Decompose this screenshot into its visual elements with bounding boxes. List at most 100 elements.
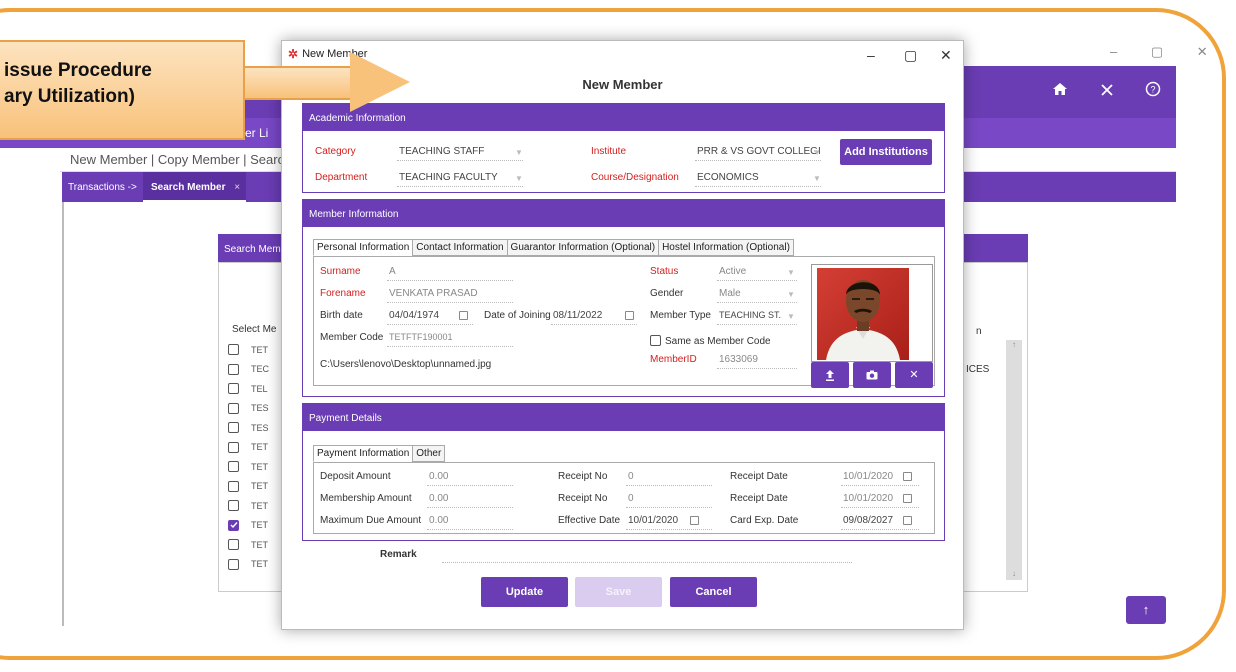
receipt-date-input-2[interactable]: 10/01/2020 [843,493,893,504]
status-select[interactable]: Active [719,266,746,277]
receipt-no-input-2[interactable]: 0 [628,493,634,504]
row-select-checkbox[interactable] [228,519,239,531]
row-select-checkbox[interactable] [228,558,239,570]
remark-input[interactable] [442,562,852,563]
table-row[interactable]: TET [228,555,269,575]
results-scrollbar[interactable]: ↑ ↓ [1006,340,1022,580]
add-institutions-button[interactable]: Add Institutions [840,139,932,165]
table-row[interactable]: TET [228,516,269,536]
row-select-checkbox[interactable] [228,480,239,492]
callout-arrow [243,66,353,100]
department-select[interactable]: TEACHING FACULTY [399,172,498,183]
row-select-checkbox[interactable] [228,441,239,453]
tab-payment-information[interactable]: Payment Information [313,445,414,462]
dialog-maximize-button[interactable]: ▢ [904,47,917,64]
category-select[interactable]: TEACHING STAFF [399,146,484,157]
bg-maximize-button[interactable]: ▢ [1151,44,1163,59]
save-button[interactable]: Save [575,577,662,607]
effective-date-calendar-icon[interactable]: c [690,516,699,525]
table-row[interactable]: TET [228,477,269,497]
joining-date-calendar-icon[interactable]: c [625,311,634,320]
table-row[interactable]: TET [228,496,269,516]
row-select-checkbox[interactable] [228,461,239,473]
max-due-amount-input[interactable]: 0.00 [429,515,448,526]
row-select-checkbox[interactable] [228,402,239,414]
payment-section-title: Payment Details [303,404,944,431]
upload-photo-button[interactable] [811,362,849,388]
category-chevron-icon[interactable]: ▼ [515,148,523,157]
breadcrumb[interactable]: Transactions -> [68,182,137,193]
table-row[interactable]: TET [228,535,269,555]
institute-select[interactable]: PRR & VS GOVT COLLEGI [697,146,821,157]
capture-photo-button[interactable] [853,362,891,388]
birth-date-input[interactable]: 04/04/1974 [389,310,439,321]
card-exp-date-input[interactable]: 09/08/2027 [843,515,893,526]
birth-date-calendar-icon[interactable]: c [459,311,468,320]
receipt-date-input-1[interactable]: 10/01/2020 [843,471,893,482]
gender-chevron-icon[interactable]: ▼ [787,290,795,299]
tab-other[interactable]: Other [412,445,446,462]
forename-input[interactable]: VENKATA PRASAD [389,288,478,299]
table-row[interactable]: TEL [228,379,269,399]
dialog-close-button[interactable]: ✕ [940,47,952,64]
bg-minimize-button[interactable]: – [1110,44,1117,59]
row-select-checkbox[interactable] [228,363,239,375]
scroll-to-top-button[interactable]: ↑ [1126,596,1166,624]
tab-contact-information[interactable]: Contact Information [412,239,508,256]
row-select-checkbox[interactable] [228,500,239,512]
table-row[interactable]: TES [228,399,269,419]
payment-tabs: Payment Information Other [313,445,446,462]
receipt-no-input-1[interactable]: 0 [628,471,634,482]
table-row[interactable]: TEC [228,360,269,380]
row-select-checkbox[interactable] [228,422,239,434]
tab-personal-information[interactable]: Personal Information [313,239,414,256]
tab-search-member[interactable]: Search Member × [143,172,247,202]
dialog-minimize-button[interactable]: – [867,47,875,63]
department-underline [397,186,523,187]
department-chevron-icon[interactable]: ▼ [515,174,523,183]
scroll-up-icon[interactable]: ↑ [1006,340,1022,349]
card-exp-calendar-icon[interactable]: c [903,516,912,525]
help-icon[interactable]: ? [1145,81,1161,102]
receipt-date-calendar-icon-2[interactable]: c [903,494,912,503]
row-code: TET [251,344,268,355]
table-row[interactable]: TET [228,340,269,360]
status-chevron-icon[interactable]: ▼ [787,268,795,277]
app-logo-icon: ✲ [288,47,299,61]
row-select-checkbox[interactable] [228,539,239,551]
member-type-chevron-icon[interactable]: ▼ [787,312,795,321]
payment-section: Payment Details Payment Information Othe… [302,403,945,541]
course-chevron-icon[interactable]: ▼ [813,174,821,183]
table-row[interactable]: TET [228,438,269,458]
deposit-amount-input[interactable]: 0.00 [429,471,448,482]
institute-chevron-icon[interactable]: ▼ [813,148,821,157]
member-code-input[interactable]: TETFTF190001 [389,332,453,342]
row-select-checkbox[interactable] [228,344,239,356]
receipt-date-calendar-icon-1[interactable]: c [903,472,912,481]
membership-amount-input[interactable]: 0.00 [429,493,448,504]
joining-date-input[interactable]: 08/11/2022 [553,310,602,321]
member-type-select[interactable]: TEACHING ST. [719,310,781,320]
tab-guarantor-information[interactable]: Guarantor Information (Optional) [506,239,660,256]
bg-window-controls[interactable]: – ▢ ✕ [1080,44,1208,60]
cancel-button[interactable]: Cancel [670,577,757,607]
gender-select[interactable]: Male [719,288,741,299]
bg-close-button[interactable]: ✕ [1197,44,1208,59]
scroll-down-icon[interactable]: ↓ [1006,569,1022,578]
remove-photo-button[interactable]: ✕ [895,362,933,388]
home-icon[interactable] [1052,81,1068,102]
update-button[interactable]: Update [481,577,568,607]
course-select[interactable]: ECONOMICS [697,172,759,183]
tab-close-icon[interactable]: × [234,182,240,193]
table-row[interactable]: TET [228,457,269,477]
tab-hostel-information[interactable]: Hostel Information (Optional) [658,239,794,256]
surname-label: Surname [320,266,361,277]
table-row[interactable]: TES [228,418,269,438]
callout-line-2: ary Utilization) [4,86,135,107]
surname-input[interactable]: A [389,266,396,277]
memberid-value: 1633069 [719,354,758,365]
row-select-checkbox[interactable] [228,383,239,395]
effective-date-input[interactable]: 10/01/2020 [628,515,678,526]
close-icon[interactable] [1100,81,1114,102]
same-as-member-code-checkbox[interactable] [650,335,661,346]
